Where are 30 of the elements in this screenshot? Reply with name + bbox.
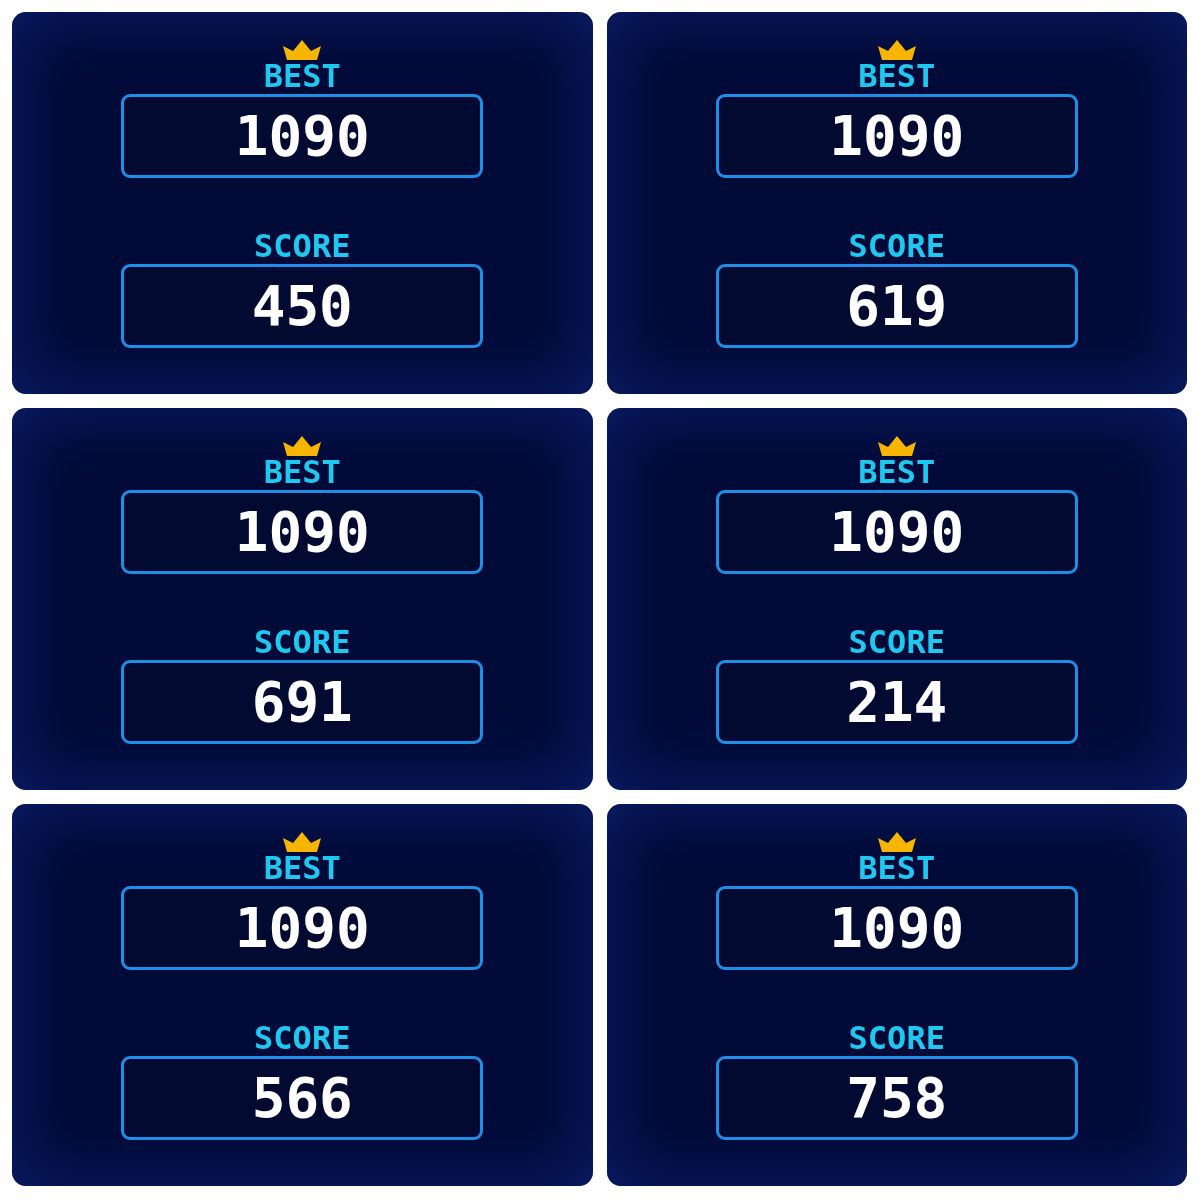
best-score-display: 1090: [121, 886, 484, 970]
best-score-display: 1090: [715, 886, 1078, 970]
best-score-display: 1090: [715, 94, 1078, 178]
best-label: BEST: [263, 60, 341, 92]
score-label: SCORE: [254, 626, 351, 658]
best-score-display: 1090: [121, 94, 484, 178]
best-score-display: 1090: [715, 490, 1078, 574]
score-display: 758: [715, 1056, 1078, 1140]
score-label: SCORE: [848, 1022, 945, 1054]
score-display: 214: [715, 660, 1078, 744]
crown-icon: [877, 436, 916, 456]
crown-icon: [283, 832, 322, 852]
score-display: 691: [121, 660, 484, 744]
best-label: BEST: [263, 456, 341, 488]
best-score-display: 1090: [121, 490, 484, 574]
crown-icon: [283, 436, 322, 456]
score-label: SCORE: [848, 230, 945, 262]
score-display: 566: [121, 1056, 484, 1140]
score-display: 619: [715, 264, 1078, 348]
score-label: SCORE: [848, 626, 945, 658]
score-label: SCORE: [254, 1022, 351, 1054]
score-display: 450: [121, 264, 484, 348]
best-label: BEST: [858, 60, 936, 92]
score-label: SCORE: [254, 230, 351, 262]
crown-icon: [877, 832, 916, 852]
crown-icon: [877, 40, 916, 60]
crown-icon: [283, 40, 322, 60]
best-label: BEST: [858, 456, 936, 488]
best-label: BEST: [858, 852, 936, 884]
best-label: BEST: [263, 852, 341, 884]
